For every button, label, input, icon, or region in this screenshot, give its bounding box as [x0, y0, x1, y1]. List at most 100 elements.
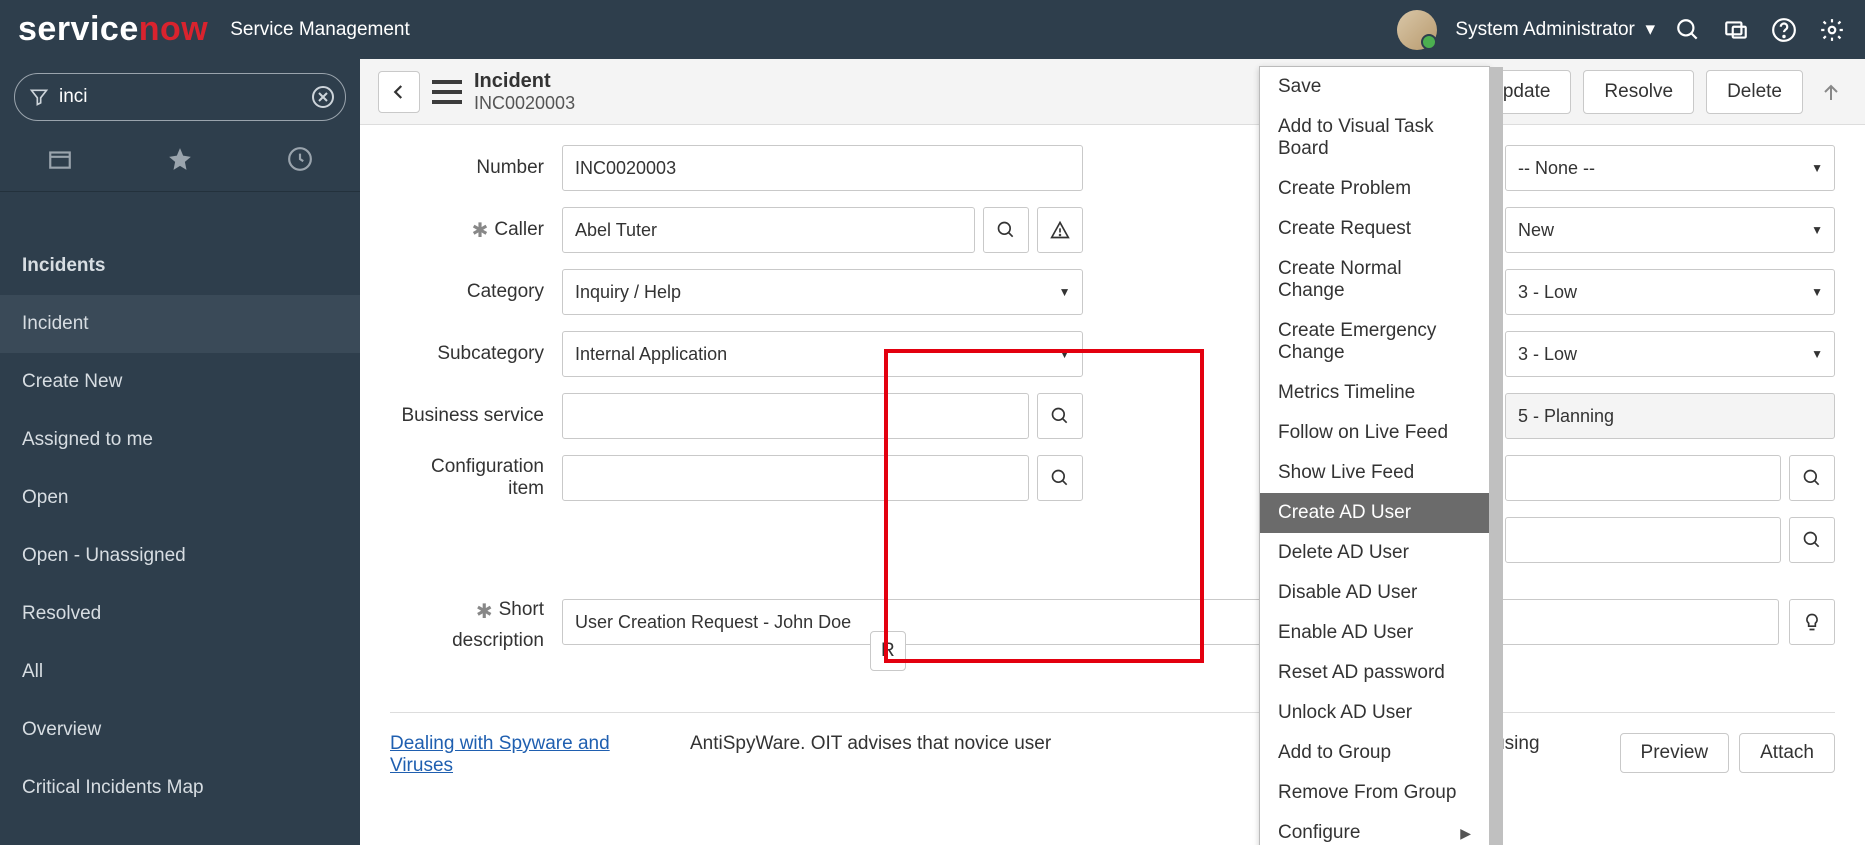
logo-now: now	[139, 10, 208, 48]
nav-module-create-new[interactable]: Create New	[0, 353, 360, 411]
user-name-text: System Administrator	[1455, 19, 1635, 40]
ctx-label: Show Live Feed	[1278, 462, 1414, 484]
nav-filter-input[interactable]	[59, 86, 311, 108]
preview-button[interactable]: Preview	[1620, 733, 1730, 773]
nav-module-open[interactable]: Open	[0, 469, 360, 527]
ctx-create-emergency-change[interactable]: Create Emergency Change	[1260, 311, 1489, 373]
lookup-business-service-icon[interactable]	[1037, 393, 1083, 439]
nav-filter[interactable]	[14, 73, 346, 121]
gear-icon[interactable]	[1817, 15, 1847, 45]
ctx-add-visual-task[interactable]: Add to Visual Task Board	[1260, 107, 1489, 169]
app-name: Service Management	[230, 19, 410, 41]
ctx-label: Unlock AD User	[1278, 702, 1412, 724]
record-table-label: Incident	[474, 69, 575, 93]
ctx-create-request[interactable]: Create Request	[1260, 209, 1489, 249]
help-icon[interactable]	[1769, 15, 1799, 45]
nav-module-resolved[interactable]: Resolved	[0, 585, 360, 643]
ctx-delete-ad-user[interactable]: Delete AD User	[1260, 533, 1489, 573]
delete-button[interactable]: Delete	[1706, 70, 1803, 114]
related-results: Dealing with Spyware and Viruses AntiSpy…	[390, 712, 1835, 777]
context-menu[interactable]: Save Add to Visual Task Board Create Pro…	[1259, 66, 1490, 845]
resolve-button[interactable]: Resolve	[1583, 70, 1694, 114]
select-contact-type[interactable]	[1505, 145, 1835, 191]
ctx-label: Metrics Timeline	[1278, 382, 1415, 404]
ctx-label: Follow on Live Feed	[1278, 422, 1448, 444]
input-number[interactable]	[562, 145, 1083, 191]
ctx-enable-ad-user[interactable]: Enable AD User	[1260, 613, 1489, 653]
nav-filter-wrap	[0, 59, 360, 131]
input-configuration-item[interactable]	[562, 455, 1029, 501]
scroll-top-icon[interactable]	[1815, 80, 1847, 104]
ctx-scroll-thumb[interactable]	[1489, 67, 1503, 845]
attach-button[interactable]: Attach	[1739, 733, 1835, 773]
form-body: Number ✱Caller Category Subcatego	[360, 125, 1865, 845]
nav-app-incident[interactable]: Incident	[0, 295, 360, 353]
ctx-label: Disable AD User	[1278, 582, 1417, 604]
related-buttons: Preview Attach	[1620, 733, 1835, 773]
partial-button[interactable]: R	[870, 631, 906, 671]
ctx-create-normal-change[interactable]: Create Normal Change	[1260, 249, 1489, 311]
ctx-scrollbar[interactable]	[1489, 67, 1503, 845]
form-columns: Number ✱Caller Category Subcatego	[390, 145, 1835, 579]
nav-tab-all-apps-icon[interactable]	[42, 141, 78, 177]
nav-module-open-unassigned[interactable]: Open - Unassigned	[0, 527, 360, 585]
lookup-ci-icon[interactable]	[1037, 455, 1083, 501]
nav-tab-history-icon[interactable]	[282, 141, 318, 177]
back-button[interactable]	[378, 71, 420, 113]
record-title: Incident INC0020003	[474, 69, 575, 115]
clear-filter-icon[interactable]	[311, 85, 335, 109]
ctx-unlock-ad-user[interactable]: Unlock AD User	[1260, 693, 1489, 733]
select-category[interactable]	[562, 269, 1083, 315]
ctx-metrics-timeline[interactable]: Metrics Timeline	[1260, 373, 1489, 413]
lookup-caller-icon[interactable]	[983, 207, 1029, 253]
lookup-assignment-group-icon[interactable]	[1789, 455, 1835, 501]
field-short-description: ✱Short description	[390, 599, 1835, 652]
required-icon: ✱	[472, 218, 489, 243]
ctx-disable-ad-user[interactable]: Disable AD User	[1260, 573, 1489, 613]
select-impact[interactable]	[1505, 269, 1835, 315]
nav-module-incidents-group[interactable]: Incidents	[0, 237, 360, 295]
input-short-description[interactable]	[562, 599, 1779, 645]
input-assignment-group[interactable]	[1505, 455, 1781, 501]
ctx-save[interactable]: Save	[1260, 67, 1489, 107]
record-number: INC0020003	[474, 93, 575, 115]
nav-module-overview[interactable]: Overview	[0, 701, 360, 759]
filter-icon	[29, 87, 49, 107]
ctx-label: Enable AD User	[1278, 622, 1413, 644]
label-configuration-item: Configuration item	[390, 456, 562, 500]
select-subcategory[interactable]	[562, 331, 1083, 377]
nav-module-critical-map[interactable]: Critical Incidents Map	[0, 759, 360, 817]
avatar[interactable]	[1397, 10, 1437, 50]
caller-warning-icon[interactable]	[1037, 207, 1083, 253]
select-urgency[interactable]	[1505, 331, 1835, 377]
related-link[interactable]: Dealing with Spyware and Viruses	[390, 733, 610, 777]
nav-module-assigned-to-me[interactable]: Assigned to me	[0, 411, 360, 469]
left-nav: Incidents Incident Create New Assigned t…	[0, 59, 360, 845]
ctx-follow-live-feed[interactable]: Follow on Live Feed	[1260, 413, 1489, 453]
input-caller[interactable]	[562, 207, 975, 253]
nav-module-all[interactable]: All	[0, 643, 360, 701]
ctx-reset-ad-password[interactable]: Reset AD password	[1260, 653, 1489, 693]
ctx-show-live-feed[interactable]: Show Live Feed	[1260, 453, 1489, 493]
input-assigned-to[interactable]	[1505, 517, 1781, 563]
logo[interactable]: servicenow	[18, 10, 208, 49]
chat-icon[interactable]	[1721, 15, 1751, 45]
nav-modules[interactable]: Incidents Incident Create New Assigned t…	[0, 237, 360, 845]
user-menu[interactable]: System Administrator ▾	[1455, 18, 1655, 41]
form-context-menu-button[interactable]	[432, 80, 462, 104]
ctx-remove-from-group[interactable]: Remove From Group	[1260, 773, 1489, 813]
left-column: Number ✱Caller Category Subcatego	[390, 145, 1083, 579]
select-state[interactable]	[1505, 207, 1835, 253]
ctx-label: Create Request	[1278, 218, 1411, 240]
ctx-add-to-group[interactable]: Add to Group	[1260, 733, 1489, 773]
lookup-assigned-to-icon[interactable]	[1789, 517, 1835, 563]
nav-tab-favorites-icon[interactable]	[162, 141, 198, 177]
suggestion-icon[interactable]	[1789, 599, 1835, 645]
search-icon[interactable]	[1673, 15, 1703, 45]
ctx-create-problem[interactable]: Create Problem	[1260, 169, 1489, 209]
ctx-create-ad-user[interactable]: Create AD User	[1260, 493, 1489, 533]
input-business-service[interactable]	[562, 393, 1029, 439]
label-caller-text: Caller	[494, 219, 544, 241]
ctx-label: Configure	[1278, 822, 1360, 844]
ctx-configure[interactable]: Configure▶	[1260, 813, 1489, 845]
